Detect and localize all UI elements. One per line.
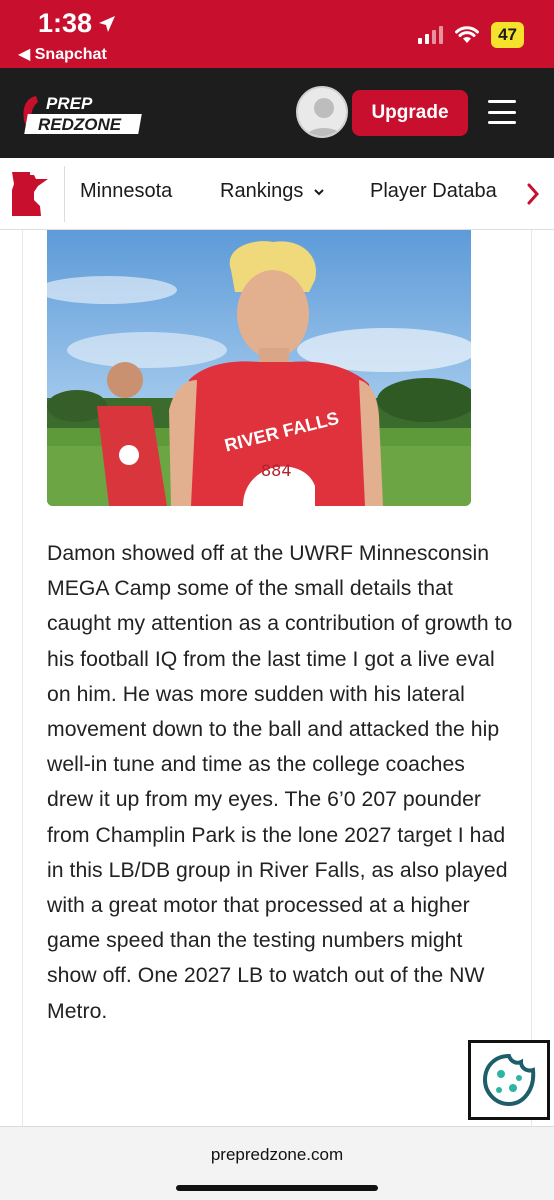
- site-header: PREP REDZONE Upgrade: [0, 68, 554, 158]
- chevron-down-icon: [314, 189, 324, 196]
- state-nav: Minnesota Rankings Player Databa: [0, 158, 554, 230]
- upgrade-button[interactable]: Upgrade: [352, 90, 468, 136]
- jersey-number: 884: [261, 461, 292, 480]
- wifi-icon: [455, 26, 480, 43]
- time-text: 1:38: [38, 8, 93, 38]
- minnesota-state-icon[interactable]: [10, 170, 50, 218]
- article-card: RIVER FALLS 884 Damon showed off at the …: [22, 230, 532, 1126]
- url-domain[interactable]: prepredzone.com: [0, 1145, 554, 1165]
- chevron-right-icon: [527, 183, 540, 205]
- nav-item-rankings-label: Rankings: [220, 180, 304, 202]
- logo-text-prep: PREP: [46, 94, 93, 113]
- nav-item-rankings[interactable]: Rankings: [220, 180, 325, 203]
- article-photo[interactable]: RIVER FALLS 884: [47, 230, 471, 506]
- nav-divider: [64, 166, 65, 222]
- status-icons: 47: [418, 22, 524, 48]
- battery-indicator: 47: [491, 22, 524, 48]
- nav-item-player-database[interactable]: Player Databa: [370, 180, 497, 203]
- user-avatar[interactable]: [296, 86, 348, 138]
- menu-icon[interactable]: [488, 100, 516, 124]
- status-bar: 1:38 ◀ Snapchat 47: [0, 0, 554, 68]
- home-indicator[interactable]: [176, 1185, 378, 1191]
- status-time: 1:38: [38, 8, 116, 39]
- back-to-app-link[interactable]: ◀ Snapchat: [18, 44, 107, 64]
- nav-item-minnesota[interactable]: Minnesota: [80, 180, 172, 203]
- article-body: Damon showed off at the UWRF Minnesconsi…: [47, 542, 513, 1023]
- nav-scroll-right[interactable]: [512, 158, 554, 229]
- location-arrow-icon: [99, 15, 116, 32]
- cookie-icon: [482, 1053, 536, 1107]
- prep-redzone-logo[interactable]: PREP REDZONE: [22, 90, 150, 136]
- logo-text-redzone: REDZONE: [38, 115, 122, 134]
- cookie-settings-button[interactable]: [468, 1040, 550, 1120]
- browser-bottom-bar: prepredzone.com: [0, 1126, 554, 1200]
- cell-signal-icon: [418, 26, 444, 44]
